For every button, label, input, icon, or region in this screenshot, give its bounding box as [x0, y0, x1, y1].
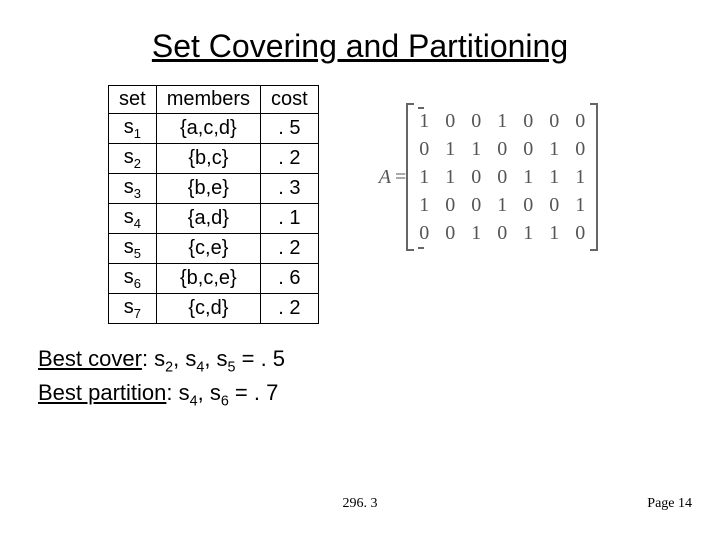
table-row: s4 {a,d} . 1 — [109, 204, 319, 234]
table-row: s5 {c,e} . 2 — [109, 234, 319, 264]
equals-sign: = — [395, 166, 406, 189]
table-header-row: set members cost — [109, 86, 319, 114]
table-row: s1 {a,c,d} . 5 — [109, 114, 319, 144]
best-cover-label: Best cover — [38, 346, 142, 371]
best-cover-line: Best cover: s2, s4, s5 = . 5 — [38, 344, 720, 378]
sets-table: set members cost s1 {a,c,d} . 5 s2 {b,c}… — [108, 85, 319, 324]
col-set: set — [109, 86, 157, 114]
matrix-lhs: A — [379, 166, 391, 189]
cell-members: {b,e} — [156, 174, 260, 204]
best-results: Best cover: s2, s4, s5 = . 5 Best partit… — [38, 344, 720, 411]
cell-set: s7 — [109, 294, 157, 324]
content-row: set members cost s1 {a,c,d} . 5 s2 {b,c}… — [0, 65, 720, 324]
cell-members: {c,d} — [156, 294, 260, 324]
matrix-row: 1001000 — [418, 107, 586, 135]
cell-members: {b,c} — [156, 144, 260, 174]
cell-set: s4 — [109, 204, 157, 234]
col-members: members — [156, 86, 260, 114]
cell-members: {a,d} — [156, 204, 260, 234]
table-row: s2 {b,c} . 2 — [109, 144, 319, 174]
slide: Set Covering and Partitioning set member… — [0, 0, 720, 540]
table-row: s3 {b,e} . 3 — [109, 174, 319, 204]
cell-cost: . 3 — [261, 174, 319, 204]
matrix-bracket: 1001000 0110010 1100111 1001001 0010110 — [406, 103, 598, 251]
page-title: Set Covering and Partitioning — [0, 0, 720, 65]
cell-cost: . 2 — [261, 234, 319, 264]
col-cost: cost — [261, 86, 319, 114]
cell-cost: . 2 — [261, 144, 319, 174]
cell-members: {b,c,e} — [156, 264, 260, 294]
best-partition-label: Best partition — [38, 380, 166, 405]
matrix-equation: A = 1001000 0110010 1100111 1001001 0010… — [379, 103, 599, 251]
matrix-row: 1001001 — [418, 191, 586, 219]
matrix-row: 1100111 — [418, 163, 586, 191]
footer-page-number: Page 14 — [647, 496, 692, 512]
cell-set: s2 — [109, 144, 157, 174]
footer-course-number: 296. 3 — [0, 496, 720, 512]
table-row: s7 {c,d} . 2 — [109, 294, 319, 324]
table-row: s6 {b,c,e} . 6 — [109, 264, 319, 294]
cell-cost: . 2 — [261, 294, 319, 324]
cell-set: s5 — [109, 234, 157, 264]
cell-cost: . 6 — [261, 264, 319, 294]
cell-set: s6 — [109, 264, 157, 294]
cell-set: s1 — [109, 114, 157, 144]
best-partition-line: Best partition: s4, s6 = . 7 — [38, 378, 720, 412]
matrix-row: 0010110 — [418, 219, 586, 247]
cell-members: {c,e} — [156, 234, 260, 264]
matrix-row: 0110010 — [418, 135, 586, 163]
cell-set: s3 — [109, 174, 157, 204]
cell-members: {a,c,d} — [156, 114, 260, 144]
cell-cost: . 5 — [261, 114, 319, 144]
cell-cost: . 1 — [261, 204, 319, 234]
